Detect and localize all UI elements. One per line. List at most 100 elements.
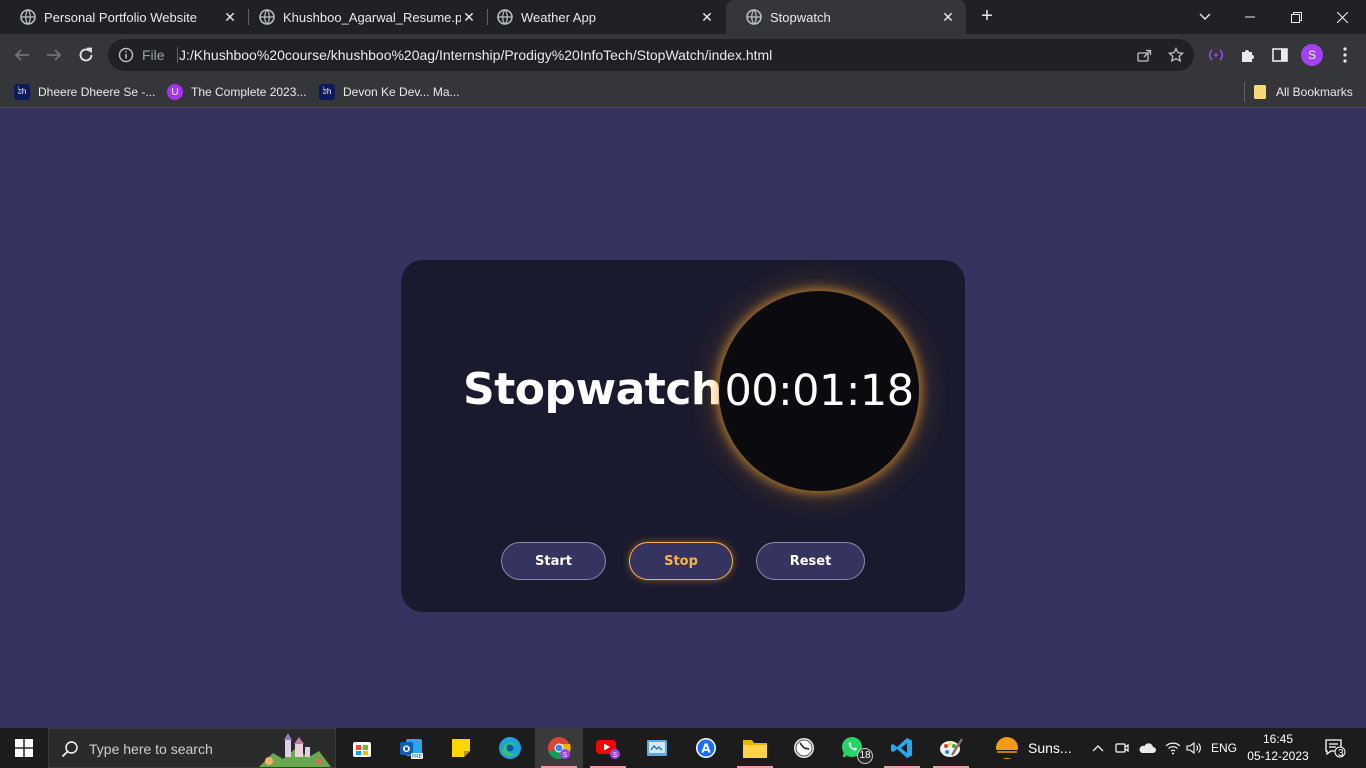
start-button[interactable]: Start bbox=[501, 542, 606, 580]
kebab-menu-icon[interactable] bbox=[1336, 46, 1354, 64]
time-display: 00:01:18 bbox=[724, 366, 914, 416]
puzzle-icon[interactable] bbox=[1239, 46, 1257, 64]
control-panel-icon bbox=[647, 740, 667, 756]
taskbar-vscode[interactable] bbox=[878, 728, 926, 768]
reload-button[interactable] bbox=[74, 43, 98, 67]
tray-language[interactable]: ENG bbox=[1208, 728, 1240, 768]
url-text[interactable]: J:/Khushboo%20course/khushboo%20ag/Inter… bbox=[179, 47, 772, 63]
taskbar-paint[interactable] bbox=[927, 728, 975, 768]
forward-button[interactable] bbox=[42, 43, 66, 67]
clock-app-icon bbox=[794, 738, 814, 758]
weather-label: Suns... bbox=[1028, 740, 1072, 756]
share-icon[interactable] bbox=[1136, 47, 1152, 63]
globe-icon bbox=[497, 9, 513, 25]
bookmarks-bar: ঠh Dheere Dheere Se -... U The Complete … bbox=[0, 76, 1366, 108]
tray-network[interactable] bbox=[1162, 728, 1184, 768]
show-hidden-icons-button[interactable] bbox=[1088, 728, 1108, 768]
close-tab-icon[interactable]: ✕ bbox=[222, 9, 238, 25]
youtube-icon: S bbox=[596, 740, 620, 759]
tray-time: 16:45 bbox=[1262, 732, 1294, 746]
taskbar-control-panel[interactable] bbox=[633, 728, 681, 768]
reload-icon bbox=[79, 47, 93, 62]
globe-icon bbox=[746, 9, 762, 25]
taskbar-edge[interactable] bbox=[486, 728, 534, 768]
profile-avatar[interactable]: S bbox=[1301, 44, 1323, 66]
bookmark-label: Devon Ke Dev... Ma... bbox=[343, 85, 460, 99]
bookmarks-divider bbox=[1244, 82, 1245, 102]
stopwatch-card: Stopwatch 00:01:18 Start Stop Reset bbox=[401, 260, 965, 612]
tab-weather[interactable]: Weather App ✕ bbox=[477, 0, 725, 34]
weather-widget[interactable]: Suns... bbox=[994, 736, 1072, 760]
dh-logo-icon: ঠh bbox=[14, 84, 30, 100]
bookmark-item[interactable]: U The Complete 2023... bbox=[167, 82, 306, 102]
browser-toolbar: File J:/Khushboo%20course/khushboo%20ag/… bbox=[0, 34, 1366, 76]
chevron-up-icon bbox=[1092, 745, 1104, 752]
chrome-icon: S bbox=[548, 737, 571, 760]
taskbar-sticky-notes[interactable] bbox=[437, 728, 485, 768]
action-center-button[interactable]: 3 bbox=[1318, 728, 1352, 768]
tray-clock[interactable]: 16:45 05-12-2023 bbox=[1244, 731, 1312, 765]
globe-icon bbox=[20, 9, 36, 25]
taskbar-clock-app[interactable] bbox=[780, 728, 828, 768]
all-bookmarks-label: All Bookmarks bbox=[1276, 85, 1353, 99]
paint-palette-icon bbox=[940, 738, 964, 757]
restore-button[interactable] bbox=[1274, 0, 1318, 34]
svg-text:S: S bbox=[613, 751, 618, 759]
bookmark-label: Dheere Dheere Se -... bbox=[38, 85, 156, 99]
taskbar-youtube[interactable]: S bbox=[584, 728, 632, 768]
all-bookmarks-button[interactable]: All Bookmarks bbox=[1253, 82, 1353, 102]
back-button[interactable] bbox=[10, 43, 34, 67]
tab-portfolio[interactable]: Personal Portfolio Website ✕ bbox=[0, 0, 248, 34]
new-tab-button[interactable]: + bbox=[976, 6, 998, 28]
close-tab-icon[interactable]: ✕ bbox=[940, 9, 956, 25]
tab-strip: Personal Portfolio Website ✕ Khushboo_Ag… bbox=[0, 0, 1366, 34]
castle-illustration-icon bbox=[255, 731, 331, 767]
close-tab-icon[interactable]: ✕ bbox=[461, 9, 477, 25]
taskbar-search[interactable]: Type here to search bbox=[48, 728, 336, 768]
taskbar-whatsapp[interactable]: 18 bbox=[829, 728, 877, 768]
tab-search-button[interactable] bbox=[1183, 0, 1227, 34]
tab-stopwatch[interactable]: Stopwatch ✕ bbox=[726, 0, 966, 34]
taskbar-chrome[interactable]: S bbox=[535, 728, 583, 768]
chevron-down-icon bbox=[1199, 13, 1211, 20]
svg-text:PRE: PRE bbox=[412, 754, 422, 760]
stopwatch-title: Stopwatch bbox=[463, 364, 722, 415]
tab-title: Personal Portfolio Website bbox=[44, 9, 197, 25]
bookmark-item[interactable]: ঠh Dheere Dheere Se -... bbox=[14, 82, 155, 102]
wifi-icon bbox=[1165, 742, 1181, 755]
sun-icon bbox=[996, 737, 1018, 759]
taskbar-file-explorer[interactable] bbox=[731, 728, 779, 768]
minimize-button[interactable] bbox=[1228, 0, 1272, 34]
tray-date: 05-12-2023 bbox=[1247, 749, 1309, 763]
start-menu-button[interactable] bbox=[0, 728, 48, 768]
info-icon[interactable] bbox=[118, 47, 134, 63]
tray-volume[interactable] bbox=[1184, 728, 1204, 768]
reset-button[interactable]: Reset bbox=[756, 542, 865, 580]
arrow-right-icon bbox=[47, 49, 62, 61]
taskbar-microsoft-store[interactable] bbox=[338, 728, 386, 768]
side-panel-icon[interactable] bbox=[1271, 46, 1289, 64]
stop-button[interactable]: Stop bbox=[629, 542, 733, 580]
windows-logo-icon bbox=[15, 739, 33, 757]
taskbar-app-a[interactable]: A bbox=[682, 728, 730, 768]
close-tab-icon[interactable]: ✕ bbox=[699, 9, 715, 25]
tab-resume[interactable]: Khushboo_Agarwal_Resume.pdf ✕ bbox=[239, 0, 487, 34]
tab-title: Stopwatch bbox=[770, 9, 831, 25]
app-a-icon: A bbox=[696, 738, 716, 758]
speaker-icon bbox=[1186, 741, 1201, 755]
tray-meet-now[interactable] bbox=[1112, 728, 1132, 768]
svg-text:A: A bbox=[701, 742, 711, 756]
address-divider bbox=[177, 47, 178, 63]
meet-now-icon bbox=[1115, 743, 1129, 753]
bookmark-item[interactable]: ঠh Devon Ke Dev... Ma... bbox=[319, 82, 460, 102]
cloud-icon bbox=[1139, 743, 1156, 753]
vscode-icon bbox=[891, 738, 912, 758]
tray-onedrive[interactable] bbox=[1136, 728, 1158, 768]
star-icon[interactable] bbox=[1168, 47, 1184, 63]
edge-icon bbox=[499, 737, 521, 759]
close-window-button[interactable] bbox=[1320, 0, 1364, 34]
extension-pink-icon[interactable] bbox=[1207, 46, 1225, 64]
address-bar[interactable]: File J:/Khushboo%20course/khushboo%20ag/… bbox=[108, 39, 1194, 71]
taskbar-outlook[interactable]: O PRE bbox=[387, 728, 435, 768]
notification-badge: 18 bbox=[857, 748, 873, 764]
